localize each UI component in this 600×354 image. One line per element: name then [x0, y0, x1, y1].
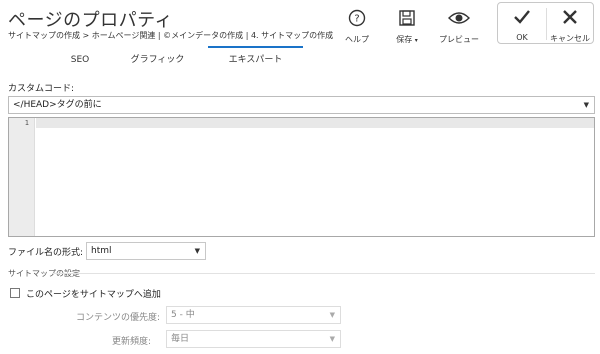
- priority-label: コンテンツの優先度:: [76, 313, 161, 323]
- cancel-label: キャンセル: [550, 34, 590, 43]
- preview-label: プレビュー: [439, 35, 479, 44]
- frequency-label: 更新頻度:: [112, 337, 152, 347]
- line-gutter: 1: [9, 118, 35, 236]
- chevron-down-icon: ▼: [583, 101, 589, 109]
- code-editor[interactable]: 1: [8, 117, 595, 237]
- tab-seo[interactable]: SEO: [45, 50, 115, 70]
- page-title: ページのプロパティ: [8, 10, 174, 31]
- tab-expert[interactable]: エキスパート: [208, 46, 303, 70]
- ok-button[interactable]: OK: [500, 7, 544, 42]
- cancel-button[interactable]: キャンセル: [548, 7, 592, 44]
- file-format-select[interactable]: html ▼: [86, 242, 206, 260]
- tab-bar: SEO グラフィック エキスパート: [0, 46, 600, 70]
- add-to-sitemap-checkbox[interactable]: [10, 288, 20, 298]
- priority-select[interactable]: 5 - 中 ▼: [166, 306, 341, 324]
- eye-icon: [437, 8, 481, 28]
- check-icon: [500, 7, 544, 27]
- help-label: ヘルプ: [345, 35, 369, 44]
- save-icon: [385, 8, 429, 28]
- code-position-value: </HEAD>タグの前に: [13, 100, 102, 110]
- tab-graphics[interactable]: グラフィック: [120, 50, 195, 70]
- file-format-value: html: [91, 246, 112, 256]
- code-position-select[interactable]: </HEAD>タグの前に ▼: [8, 96, 595, 114]
- ok-cancel-group: OK キャンセル: [497, 2, 594, 44]
- frequency-select[interactable]: 毎日 ▼: [166, 330, 341, 348]
- line-number: 1: [24, 119, 29, 127]
- help-button[interactable]: ? ヘルプ: [335, 8, 379, 45]
- frequency-value: 毎日: [171, 334, 190, 344]
- priority-value: 5 - 中: [171, 310, 195, 320]
- ok-label: OK: [516, 33, 528, 42]
- chevron-down-icon: ▼: [329, 335, 335, 343]
- preview-button[interactable]: プレビュー: [437, 8, 481, 45]
- add-to-sitemap-label[interactable]: このページをサイトマップへ追加: [26, 287, 161, 300]
- help-icon: ?: [335, 8, 379, 28]
- file-format-label: ファイル名の形式:: [8, 248, 84, 258]
- section-divider: [52, 273, 595, 274]
- toolbar-divider: [546, 8, 547, 40]
- save-button[interactable]: 保存 ▾: [385, 8, 429, 45]
- close-icon: [548, 7, 592, 27]
- custom-code-label: カスタムコード:: [8, 84, 75, 94]
- chevron-down-icon: ▼: [329, 311, 335, 319]
- svg-text:?: ?: [354, 14, 359, 25]
- chevron-down-icon: ▼: [194, 247, 200, 255]
- current-line-highlight: [36, 118, 594, 128]
- breadcrumb: サイトマップの作成 > ホームページ関連 | ©メインデータの作成 | 4. サ…: [8, 31, 334, 40]
- save-label: 保存: [396, 35, 413, 44]
- chevron-down-icon: ▾: [414, 37, 418, 44]
